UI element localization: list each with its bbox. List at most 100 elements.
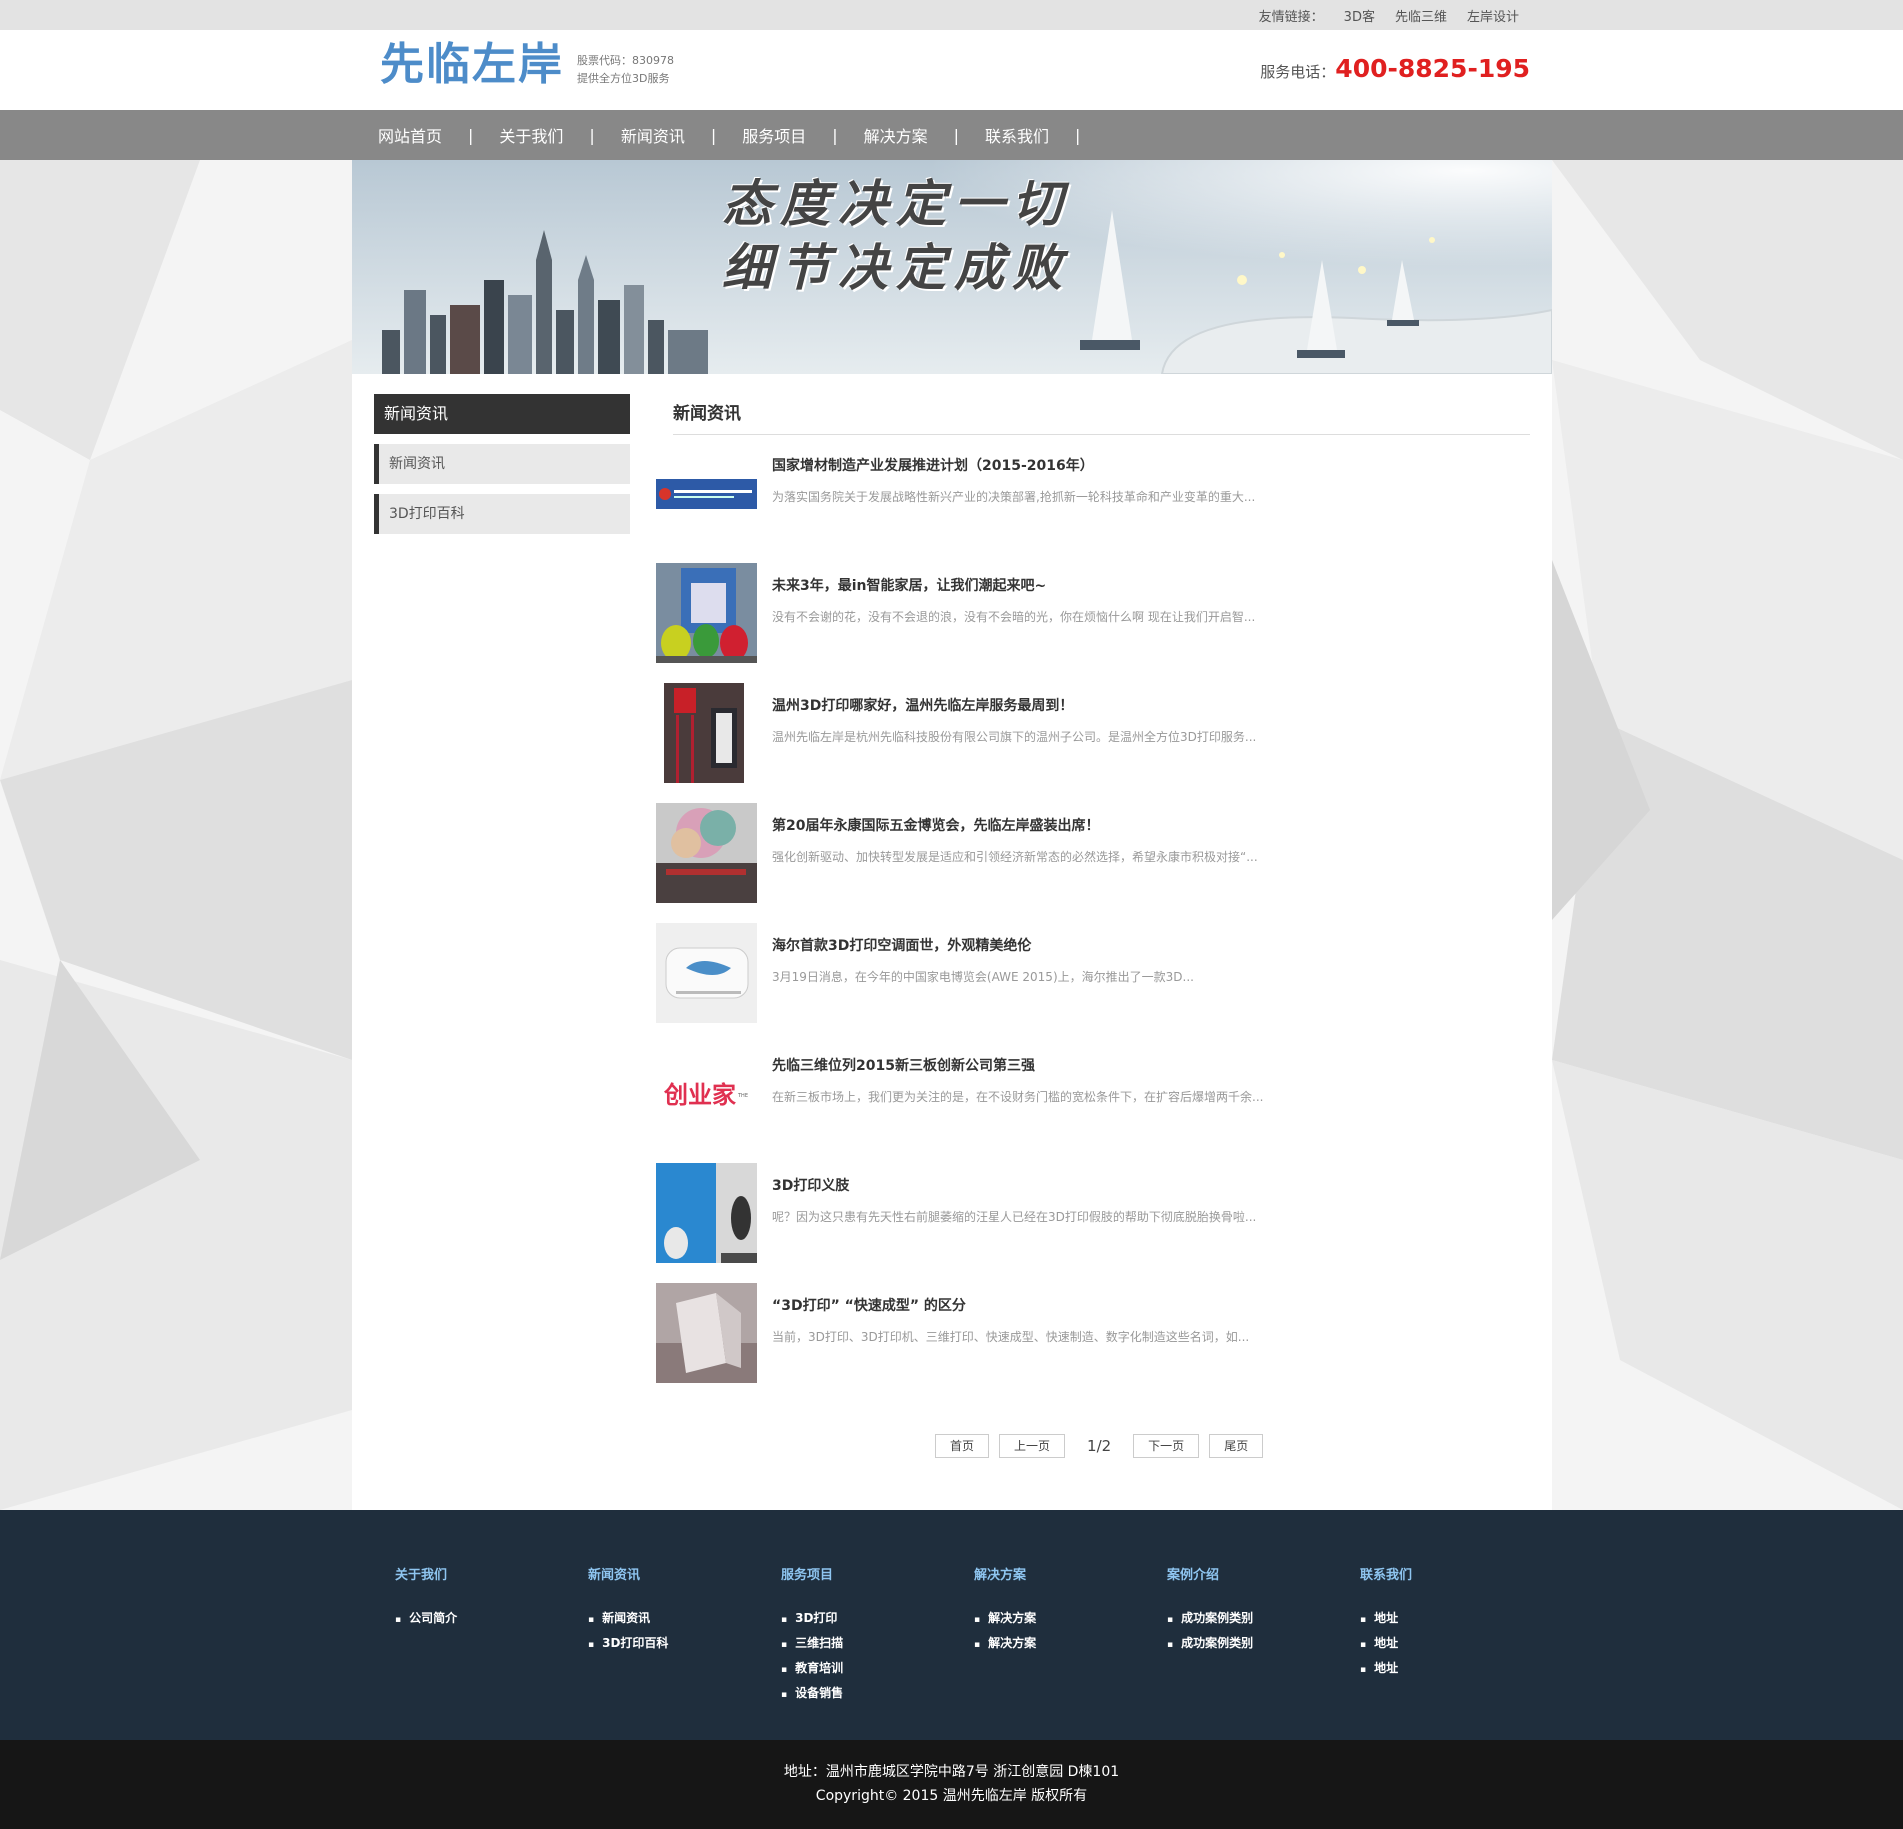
news-title[interactable]: 海尔首款3D打印空调面世，外观精美绝伦	[772, 935, 1031, 955]
friend-link-3dke[interactable]: 3D客	[1344, 6, 1375, 25]
nav-separator: |	[1075, 125, 1081, 145]
prev-page-button[interactable]: 上一页	[999, 1434, 1066, 1458]
nav-separator: |	[468, 125, 474, 145]
footer-col-cases: 案例介绍 成功案例类别 成功案例类别	[1167, 1564, 1253, 1656]
footer-link[interactable]: 设备销售	[781, 1681, 843, 1706]
footer-link[interactable]: 地址	[1360, 1606, 1412, 1631]
footer-col-contact: 联系我们 地址 地址 地址	[1360, 1564, 1412, 1681]
news-thumbnail[interactable]	[656, 923, 757, 1023]
news-desc: 3月19日消息，在今年的中国家电博览会(AWE 2015)上，海尔推出了一款3D…	[772, 970, 1194, 984]
news-item[interactable]: “3D打印” “快速成型” 的区分 当前，3D打印、3D打印机、三维打印、快速成…	[656, 1283, 1516, 1383]
nav-contact[interactable]: 联系我们	[979, 123, 1055, 147]
site-logo[interactable]: 先临左岸	[380, 40, 564, 90]
footer-link[interactable]: 地址	[1360, 1656, 1412, 1681]
news-desc: 在新三板市场上，我们更为关注的是，在不设财务门槛的宽松条件下，在扩容后爆增两千余…	[772, 1090, 1264, 1104]
footer-heading[interactable]: 关于我们	[395, 1564, 457, 1583]
hero-banner: 态度决定一切 细节决定成败	[352, 160, 1552, 374]
footer-link[interactable]: 成功案例类别	[1167, 1606, 1253, 1631]
top-bar: 友情链接： 3D客 先临三维 左岸设计	[0, 0, 1903, 30]
phone-label: 服务电话：	[1260, 63, 1336, 81]
svg-text:THE: THE	[737, 1093, 748, 1099]
news-title[interactable]: 3D打印义肢	[772, 1175, 849, 1195]
footer-heading[interactable]: 新闻资讯	[588, 1564, 668, 1583]
nav-separator: |	[953, 125, 960, 145]
copyright-bar: 地址：温州市鹿城区学院中路7号 浙江创意园 D楝101 Copyright© 2…	[0, 1740, 1903, 1829]
news-thumbnail[interactable]	[656, 1283, 757, 1383]
news-item[interactable]: 3D打印义肢 呢？因为这只患有先天性右前腿萎缩的汪星人已经在3D打印假肢的帮助下…	[656, 1163, 1516, 1263]
first-page-button[interactable]: 首页	[935, 1434, 990, 1458]
footer-link[interactable]: 地址	[1360, 1631, 1412, 1656]
footer-link[interactable]: 公司简介	[395, 1606, 457, 1631]
news-thumbnail[interactable]	[656, 683, 757, 783]
footer-link[interactable]: 新闻资讯	[588, 1606, 668, 1631]
footer-link[interactable]: 成功案例类别	[1167, 1631, 1253, 1656]
service-phone: 服务电话：400-8825-195	[1260, 54, 1530, 83]
news-title[interactable]: “3D打印” “快速成型” 的区分	[772, 1295, 966, 1315]
nav-home[interactable]: 网站首页	[372, 123, 448, 147]
news-item[interactable]: 创业家 THE 先临三维位列2015新三板创新公司第三强 在新三板市场上，我们更…	[656, 1043, 1516, 1143]
footer-heading[interactable]: 案例介绍	[1167, 1564, 1253, 1583]
news-item[interactable]: 温州3D打印哪家好，温州先临左岸服务最周到！ 温州先临左岸是杭州先临科技股份有限…	[656, 683, 1516, 783]
nav-separator: |	[832, 125, 838, 145]
friend-link-zuoan-design[interactable]: 左岸设计	[1467, 6, 1519, 25]
footer: 关于我们 公司简介 新闻资讯 新闻资讯 3D打印百科 服务项目 3D打印 三维扫…	[0, 1510, 1903, 1740]
stock-info: 股票代码：830978 提供全方位3D服务	[577, 52, 674, 88]
sidebar-title: 新闻资讯	[374, 394, 630, 434]
friend-links-label: 友情链接：	[1258, 9, 1324, 25]
news-title[interactable]: 未来3年，最in智能家居，让我们潮起来吧~	[772, 575, 1046, 595]
pagination: 首页 上一页 1/2 下一页 尾页	[935, 1434, 1273, 1458]
news-item[interactable]: 第20届年永康国际五金博览会，先临左岸盛装出席！ 强化创新驱动、加快转型发展是适…	[656, 803, 1516, 903]
nav-solutions[interactable]: 解决方案	[858, 123, 934, 147]
footer-link[interactable]: 三维扫描	[781, 1631, 843, 1656]
footer-link[interactable]: 解决方案	[974, 1631, 1036, 1656]
footer-copyright: Copyright© 2015 温州先临左岸 版权所有	[815, 1788, 1088, 1804]
news-desc: 强化创新驱动、加快转型发展是适应和引领经济新常态的必然选择，希望永康市积极对接“…	[772, 850, 1258, 864]
news-item[interactable]: 未来3年，最in智能家居，让我们潮起来吧~ 没有不会谢的花，没有不会退的浪，没有…	[656, 563, 1516, 663]
nav-about[interactable]: 关于我们	[493, 123, 569, 147]
main-nav: 网站首页 | 关于我们 | 新闻资讯 | 服务项目 | 解决方案 | 联系我们 …	[0, 110, 1903, 160]
news-item[interactable]: 海尔首款3D打印空调面世，外观精美绝伦 3月19日消息，在今年的中国家电博览会(…	[656, 923, 1516, 1023]
news-thumbnail[interactable]	[656, 1163, 757, 1263]
news-title[interactable]: 温州3D打印哪家好，温州先临左岸服务最周到！	[772, 695, 1073, 715]
page-indicator: 1/2	[1087, 1437, 1112, 1455]
stock-slogan: 提供全方位3D服务	[577, 72, 670, 85]
footer-address: 地址：温州市鹿城区学院中路7号 浙江创意园 D楝101	[783, 1764, 1120, 1780]
news-thumbnail[interactable]	[656, 803, 757, 903]
next-page-button[interactable]: 下一页	[1133, 1434, 1200, 1458]
footer-link[interactable]: 解决方案	[974, 1606, 1036, 1631]
footer-col-solutions: 解决方案 解决方案 解决方案	[974, 1564, 1036, 1656]
last-page-button[interactable]: 尾页	[1209, 1434, 1264, 1458]
friend-link-shining3d[interactable]: 先临三维	[1395, 6, 1447, 25]
footer-heading[interactable]: 解决方案	[974, 1564, 1036, 1583]
footer-link[interactable]: 3D打印	[781, 1606, 843, 1631]
footer-col-services: 服务项目 3D打印 三维扫描 教育培训 设备销售	[781, 1564, 843, 1706]
news-item[interactable]: 国家增材制造产业发展推进计划（2015-2016年） 为落实国务院关于发展战略性…	[656, 443, 1516, 543]
content-title: 新闻资讯	[673, 394, 1530, 435]
footer-link[interactable]: 教育培训	[781, 1656, 843, 1681]
news-title[interactable]: 国家增材制造产业发展推进计划（2015-2016年）	[772, 455, 1094, 475]
footer-link[interactable]: 3D打印百科	[588, 1631, 668, 1656]
footer-heading[interactable]: 服务项目	[781, 1564, 843, 1583]
news-desc: 温州先临左岸是杭州先临科技股份有限公司旗下的温州子公司。是温州全方位3D打印服务…	[772, 730, 1257, 744]
phone-number: 400-8825-195	[1335, 54, 1530, 83]
banner-slogan: 态度决定一切 细节决定成败	[722, 172, 1070, 300]
news-thumbnail[interactable]	[656, 443, 757, 543]
header: 先临左岸 股票代码：830978 提供全方位3D服务 服务电话：400-8825…	[0, 30, 1903, 110]
news-title[interactable]: 先临三维位列2015新三板创新公司第三强	[772, 1055, 1035, 1075]
news-thumbnail[interactable]: 创业家 THE	[656, 1043, 757, 1143]
footer-col-about: 关于我们 公司简介	[395, 1564, 457, 1631]
sidebar-item-3d-printing-wiki[interactable]: 3D打印百科	[374, 494, 630, 534]
footer-heading[interactable]: 联系我们	[1360, 1564, 1412, 1583]
svg-text:创业家: 创业家	[663, 1081, 736, 1109]
news-thumbnail[interactable]	[656, 563, 757, 663]
news-desc: 为落实国务院关于发展战略性新兴产业的决策部署,抢抓新一轮科技革命和产业变革的重大…	[772, 490, 1256, 504]
nav-services[interactable]: 服务项目	[736, 123, 812, 147]
news-desc: 当前，3D打印、3D打印机、三维打印、快速成型、快速制造、数字化制造这些名词，如…	[772, 1330, 1250, 1344]
stock-code: 股票代码：830978	[577, 54, 674, 67]
friend-links: 友情链接： 3D客 先临三维 左岸设计	[1239, 0, 1519, 30]
nav-news[interactable]: 新闻资讯	[615, 123, 691, 147]
footer-col-news: 新闻资讯 新闻资讯 3D打印百科	[588, 1564, 668, 1656]
news-desc: 没有不会谢的花，没有不会退的浪，没有不会暗的光，你在烦恼什么啊 现在让我们开启智…	[772, 610, 1256, 624]
news-title[interactable]: 第20届年永康国际五金博览会，先临左岸盛装出席！	[772, 815, 1099, 835]
sidebar-item-news[interactable]: 新闻资讯	[374, 444, 630, 484]
